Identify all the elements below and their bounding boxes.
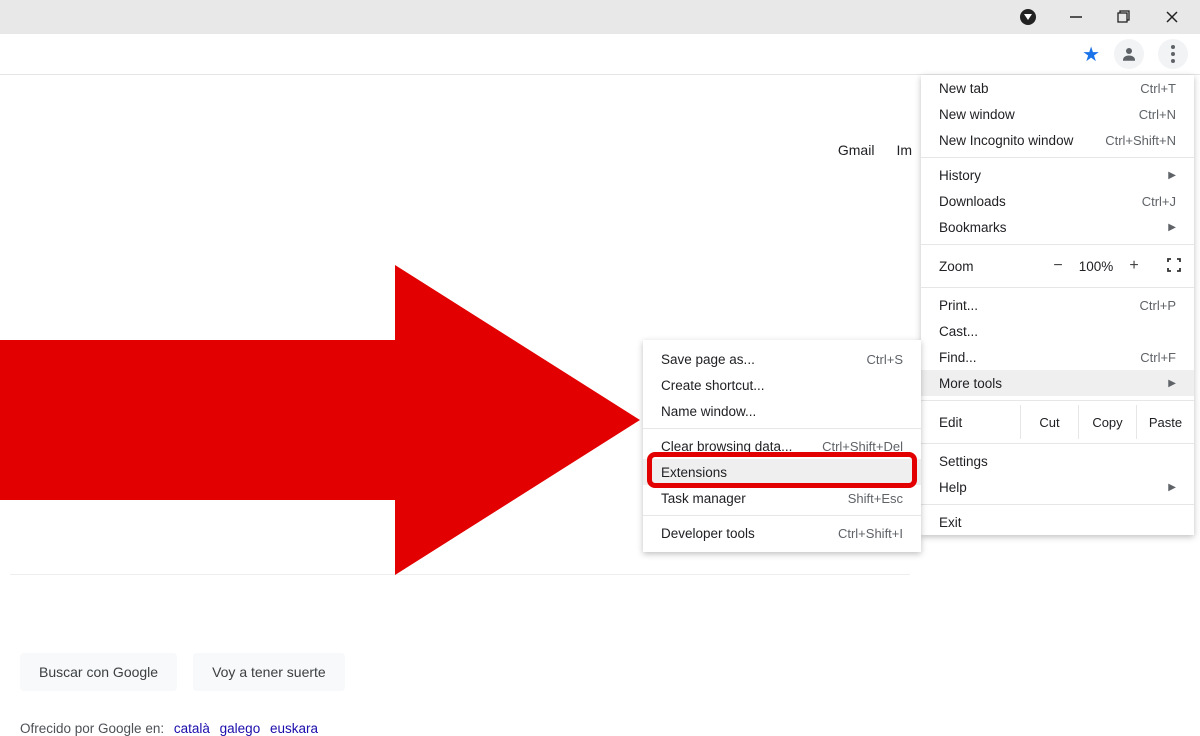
menu-settings[interactable]: Settings: [921, 448, 1194, 474]
lang-euskara[interactable]: euskara: [270, 721, 318, 736]
menu-edit-row: Edit Cut Copy Paste: [921, 405, 1194, 439]
menu-zoom-row: Zoom − 100% +: [921, 249, 1194, 283]
chevron-right-icon: ▶: [1168, 482, 1176, 493]
menu-bookmarks[interactable]: Bookmarks▶: [921, 214, 1194, 240]
maximize-button[interactable]: [1114, 7, 1134, 27]
menu-find[interactable]: Find...Ctrl+F: [921, 344, 1194, 370]
menu-exit[interactable]: Exit: [921, 509, 1194, 535]
gmail-link[interactable]: Gmail: [838, 142, 875, 158]
submenu-create-shortcut[interactable]: Create shortcut...: [643, 372, 921, 398]
lang-catala[interactable]: català: [174, 721, 210, 736]
zoom-value: 100%: [1072, 259, 1120, 274]
menu-print[interactable]: Print...Ctrl+P: [921, 292, 1194, 318]
submenu-clear-browsing-data[interactable]: Clear browsing data...Ctrl+Shift+Del: [643, 433, 921, 459]
fullscreen-icon[interactable]: [1166, 257, 1182, 276]
chevron-right-icon: ▶: [1168, 378, 1176, 389]
submenu-task-manager[interactable]: Task managerShift+Esc: [643, 485, 921, 511]
menu-new-window[interactable]: New windowCtrl+N: [921, 101, 1194, 127]
paste-button[interactable]: Paste: [1136, 405, 1194, 439]
menu-cast[interactable]: Cast...: [921, 318, 1194, 344]
profile-button[interactable]: [1114, 39, 1144, 69]
submenu-developer-tools[interactable]: Developer toolsCtrl+Shift+I: [643, 520, 921, 546]
menu-new-incognito[interactable]: New Incognito windowCtrl+Shift+N: [921, 127, 1194, 153]
header-links: Gmail Im: [838, 142, 912, 158]
close-button[interactable]: [1162, 7, 1182, 27]
cut-button[interactable]: Cut: [1020, 405, 1078, 439]
bookmark-star-icon[interactable]: ★: [1082, 42, 1100, 67]
chevron-right-icon: ▶: [1168, 170, 1176, 181]
browser-toolbar: ★: [0, 34, 1200, 75]
zoom-in-button[interactable]: +: [1120, 257, 1148, 275]
menu-new-tab[interactable]: New tabCtrl+T: [921, 75, 1194, 101]
more-tools-submenu: Save page as...Ctrl+S Create shortcut...…: [643, 340, 921, 552]
menu-help[interactable]: Help▶: [921, 474, 1194, 500]
chrome-menu-button[interactable]: [1158, 39, 1188, 69]
language-offer: Ofrecido por Google en: català galego eu…: [20, 721, 910, 736]
submenu-extensions[interactable]: Extensions: [643, 459, 921, 485]
google-search-button[interactable]: Buscar con Google: [20, 653, 177, 691]
menu-downloads[interactable]: DownloadsCtrl+J: [921, 188, 1194, 214]
images-link[interactable]: Im: [896, 142, 912, 158]
menu-history[interactable]: History▶: [921, 162, 1194, 188]
window-titlebar: [0, 0, 1200, 34]
chrome-main-menu: New tabCtrl+T New windowCtrl+N New Incog…: [921, 75, 1194, 535]
zoom-label: Zoom: [939, 259, 1044, 274]
lang-galego[interactable]: galego: [220, 721, 261, 736]
app-dropdown-icon[interactable]: [1018, 7, 1038, 27]
lucky-button[interactable]: Voy a tener suerte: [193, 653, 345, 691]
minimize-button[interactable]: [1066, 7, 1086, 27]
chevron-right-icon: ▶: [1168, 222, 1176, 233]
edit-label: Edit: [939, 415, 1020, 430]
submenu-name-window[interactable]: Name window...: [643, 398, 921, 424]
copy-button[interactable]: Copy: [1078, 405, 1136, 439]
menu-more-tools[interactable]: More tools▶: [921, 370, 1194, 396]
zoom-out-button[interactable]: −: [1044, 257, 1072, 275]
submenu-save-page[interactable]: Save page as...Ctrl+S: [643, 346, 921, 372]
